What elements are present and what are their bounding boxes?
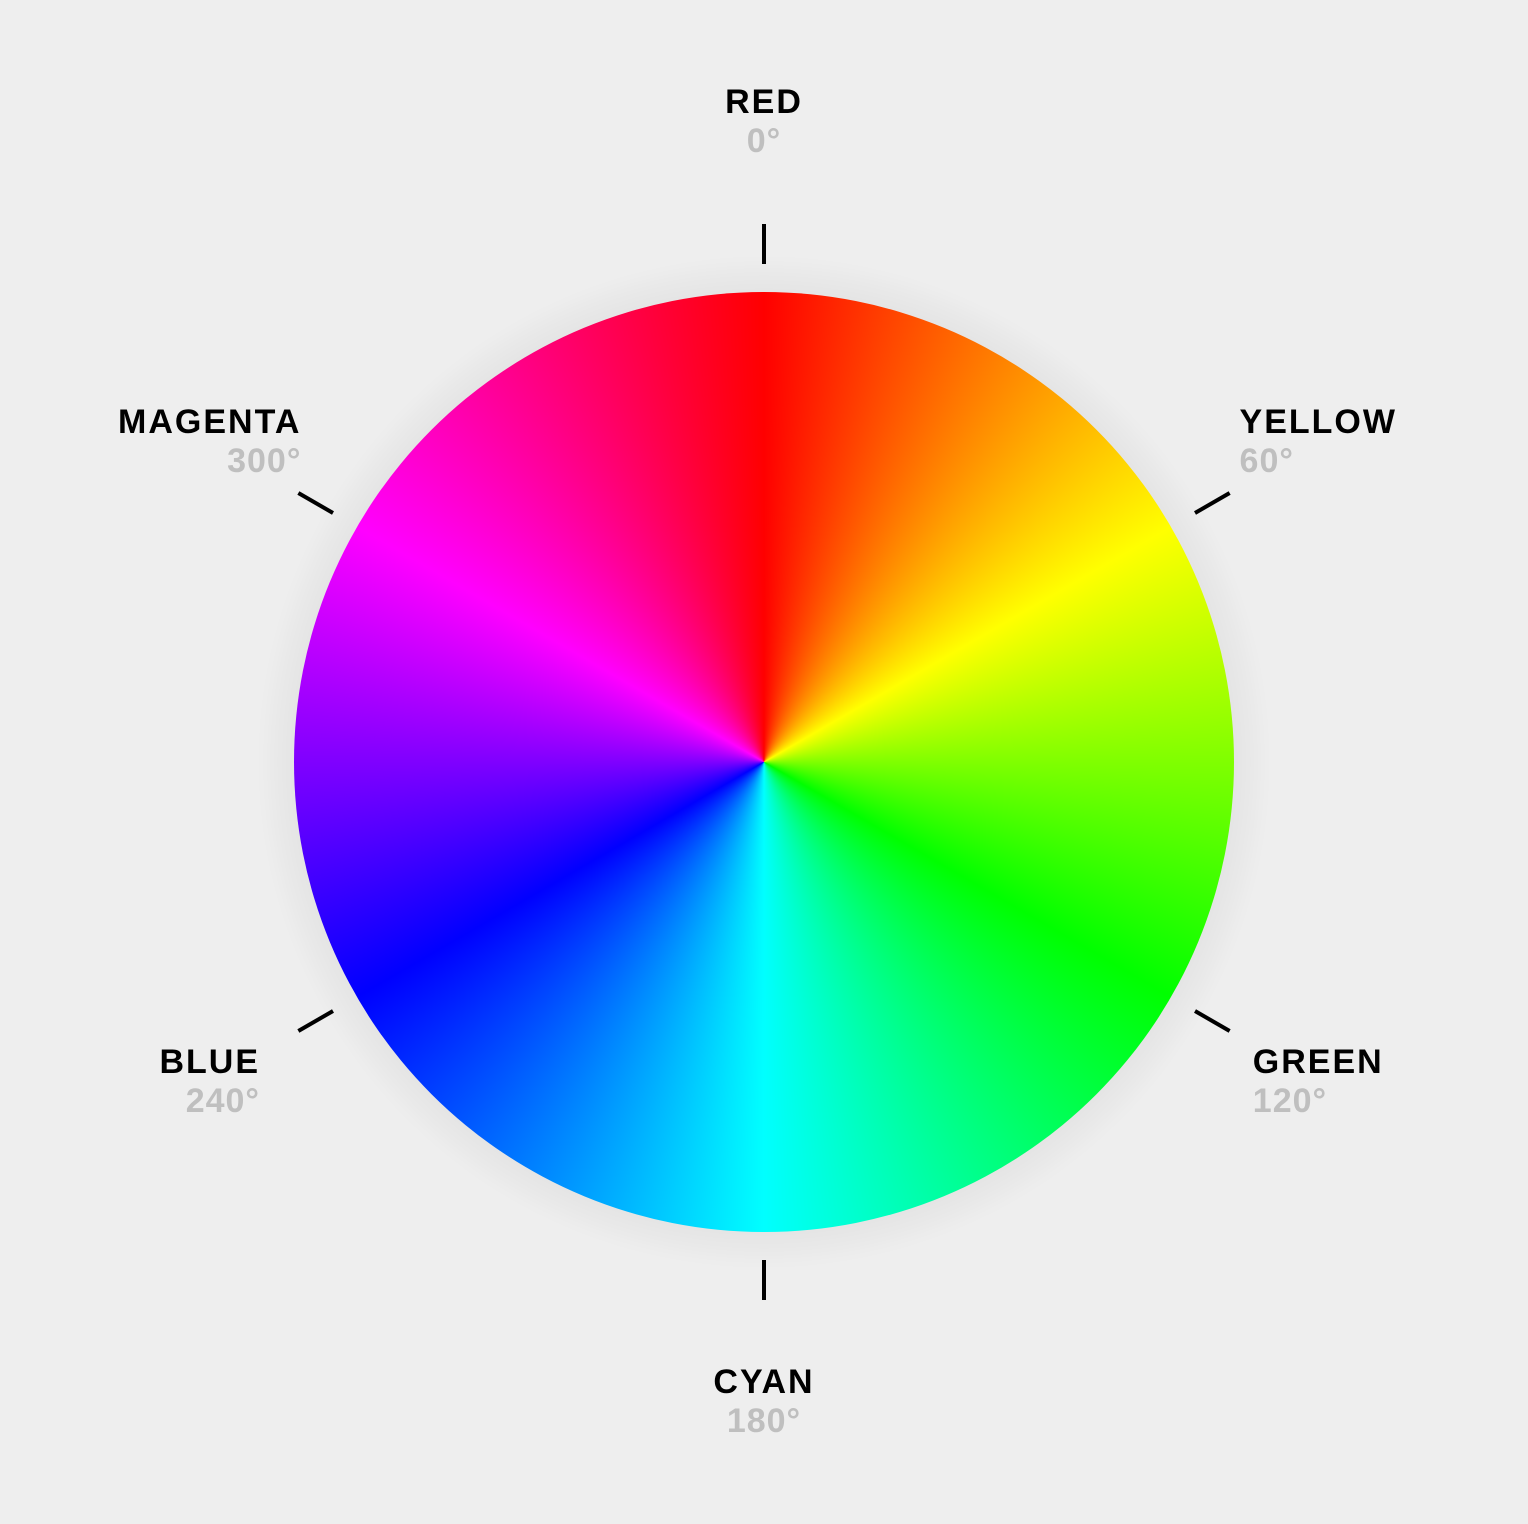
label-yellow: YELLOW 60° xyxy=(1240,403,1397,481)
tick-red xyxy=(762,224,766,264)
label-magenta-deg: 300° xyxy=(118,442,301,481)
label-red-name: RED xyxy=(725,83,803,122)
label-cyan-deg: 180° xyxy=(713,1402,814,1441)
label-blue: BLUE 240° xyxy=(159,1043,260,1121)
label-green-deg: 120° xyxy=(1253,1082,1384,1121)
tick-green xyxy=(1194,1009,1231,1032)
tick-yellow xyxy=(1194,491,1231,514)
tick-magenta xyxy=(297,491,334,514)
label-magenta: MAGENTA 300° xyxy=(118,403,301,481)
label-yellow-deg: 60° xyxy=(1240,442,1397,481)
color-wheel-stage: RED 0° YELLOW 60° GREEN 120° CYAN 180° B… xyxy=(0,0,1528,1524)
label-red-deg: 0° xyxy=(725,122,803,161)
label-yellow-name: YELLOW xyxy=(1240,403,1397,442)
label-blue-deg: 240° xyxy=(159,1082,260,1121)
label-red: RED 0° xyxy=(725,83,803,161)
tick-blue xyxy=(297,1009,334,1032)
label-green: GREEN 120° xyxy=(1253,1043,1384,1121)
label-green-name: GREEN xyxy=(1253,1043,1384,1082)
label-magenta-name: MAGENTA xyxy=(118,403,301,442)
label-blue-name: BLUE xyxy=(159,1043,260,1082)
hue-wheel xyxy=(294,292,1234,1232)
label-cyan: CYAN 180° xyxy=(713,1363,814,1441)
tick-cyan xyxy=(762,1260,766,1300)
label-cyan-name: CYAN xyxy=(713,1363,814,1402)
